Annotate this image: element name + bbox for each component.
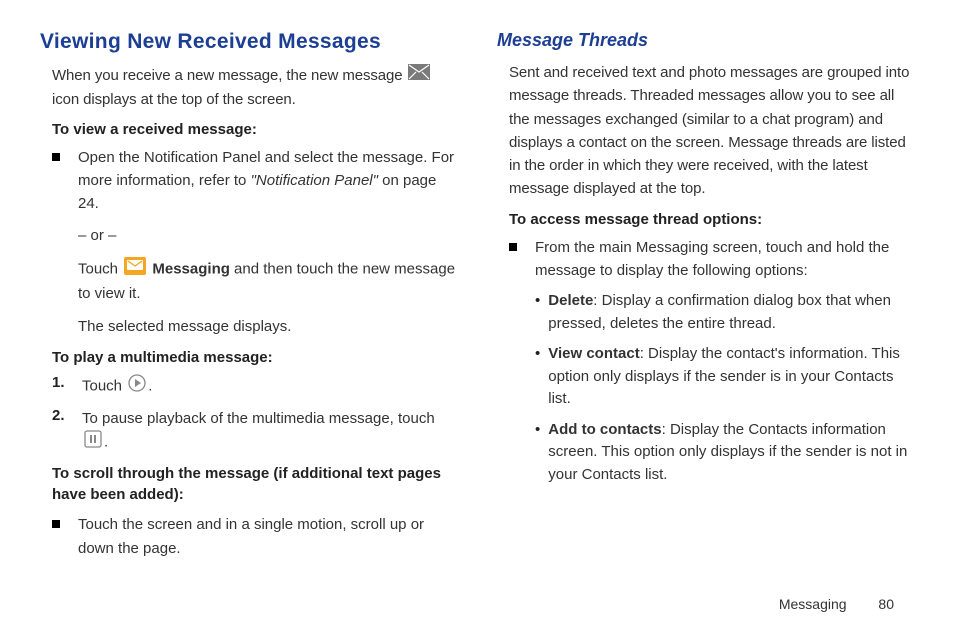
heading-viewing-messages: Viewing New Received Messages: [40, 30, 457, 54]
option-text: Delete: Display a confirmation dialog bo…: [548, 290, 914, 335]
list-item: 2. To pause playback of the multimedia m…: [40, 407, 457, 456]
list-item: • View contact: Display the contact's in…: [497, 343, 914, 411]
footer-page-number: 80: [878, 596, 894, 612]
or-divider: – or –: [40, 224, 457, 247]
play-icon: [128, 374, 146, 399]
list-item: Touch the screen and in a single motion,…: [40, 513, 457, 560]
dot-bullet-icon: •: [535, 290, 540, 335]
heading-message-threads: Message Threads: [497, 30, 914, 51]
touch-messaging: Touch Messaging and then touch the new m…: [40, 257, 457, 306]
list-item: • Add to contacts: Display the Contacts …: [497, 419, 914, 487]
right-column: Message Threads Sent and received text a…: [497, 30, 914, 568]
list-item: Open the Notification Panel and select t…: [40, 146, 457, 216]
page-footer: Messaging 80: [779, 596, 894, 612]
bullet-text: Touch the screen and in a single motion,…: [78, 513, 457, 560]
step-text: Touch .: [82, 374, 152, 399]
step-number: 1.: [52, 374, 68, 399]
intro-text-b: icon displays at the top of the screen.: [52, 91, 296, 108]
dot-bullet-icon: •: [535, 419, 540, 487]
list-item: From the main Messaging screen, touch an…: [497, 236, 914, 283]
section-scroll: To scroll through the message (if additi…: [40, 463, 457, 505]
dot-bullet-icon: •: [535, 343, 540, 411]
messaging-icon: [124, 257, 146, 282]
result-text: The selected message displays.: [40, 315, 457, 338]
list-item: • Delete: Display a confirmation dialog …: [497, 290, 914, 335]
step-number: 2.: [52, 407, 68, 456]
bullet-text: Open the Notification Panel and select t…: [78, 146, 457, 216]
footer-section: Messaging: [779, 596, 847, 612]
intro-paragraph: When you receive a new message, the new …: [40, 64, 457, 111]
bullet-text: From the main Messaging screen, touch an…: [535, 236, 914, 283]
square-bullet-icon: [52, 520, 60, 528]
square-bullet-icon: [509, 243, 517, 251]
intro-text-a: When you receive a new message, the new …: [52, 67, 403, 84]
envelope-icon: [408, 64, 430, 87]
section-view-received: To view a received message:: [40, 121, 457, 138]
list-item: 1. Touch .: [40, 374, 457, 399]
left-column: Viewing New Received Messages When you r…: [40, 30, 457, 568]
section-thread-options: To access message thread options:: [497, 211, 914, 228]
threads-intro: Sent and received text and photo message…: [497, 61, 914, 201]
option-text: Add to contacts: Display the Contacts in…: [548, 419, 914, 487]
pause-icon: [84, 430, 102, 455]
step-text: To pause playback of the multimedia mess…: [82, 407, 457, 456]
square-bullet-icon: [52, 153, 60, 161]
option-text: View contact: Display the contact's info…: [548, 343, 914, 411]
section-play-multimedia: To play a multimedia message:: [40, 349, 457, 366]
